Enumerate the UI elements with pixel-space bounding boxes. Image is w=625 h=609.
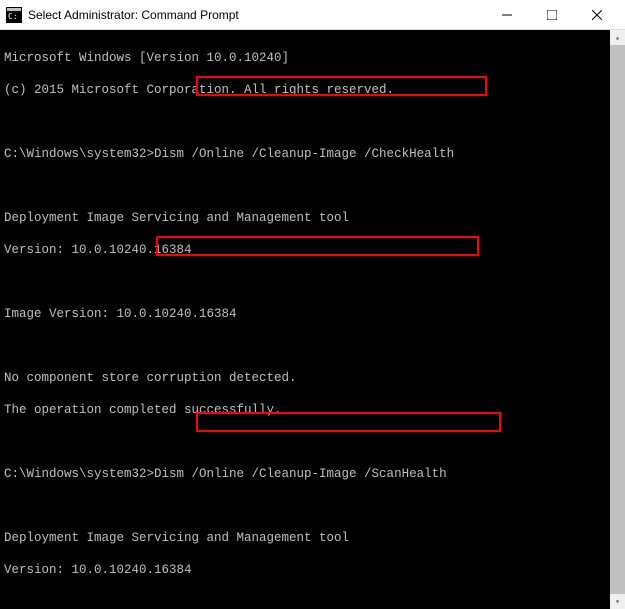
- window-title: Select Administrator: Command Prompt: [28, 8, 484, 22]
- image-version: Image Version: 10.0.10240.16384: [4, 306, 606, 322]
- svg-text:C:: C:: [8, 12, 18, 21]
- close-button[interactable]: [574, 1, 619, 29]
- chevron-up-icon: ▴: [615, 33, 620, 43]
- maximize-icon: [547, 10, 557, 20]
- scrollbar-thumb[interactable]: [610, 45, 625, 594]
- tool-version: Version: 10.0.10240.16384: [4, 562, 606, 578]
- blank-line: [4, 178, 606, 194]
- blank-line: [4, 498, 606, 514]
- tool-version: Version: 10.0.10240.16384: [4, 242, 606, 258]
- command-line-2: C:\Windows\system32>Dism /Online /Cleanu…: [4, 466, 606, 482]
- blank-line: [4, 594, 606, 609]
- blank-line: [4, 338, 606, 354]
- terminal-content[interactable]: Microsoft Windows [Version 10.0.10240] (…: [0, 30, 610, 609]
- app-icon: C:: [6, 7, 22, 23]
- minimize-button[interactable]: [484, 1, 529, 29]
- result-completed: The operation completed successfully.: [4, 402, 606, 418]
- window-controls: [484, 1, 619, 29]
- blank-line: [4, 274, 606, 290]
- chevron-down-icon: ▾: [615, 597, 620, 607]
- maximize-button[interactable]: [529, 1, 574, 29]
- scrollbar-up-button[interactable]: ▴: [610, 30, 625, 45]
- window-titlebar: C: Select Administrator: Command Prompt: [0, 0, 625, 30]
- minimize-icon: [502, 10, 512, 20]
- copyright-line: (c) 2015 Microsoft Corporation. All righ…: [4, 82, 606, 98]
- tool-header: Deployment Image Servicing and Managemen…: [4, 530, 606, 546]
- scrollbar-down-button[interactable]: ▾: [610, 594, 625, 609]
- tool-header: Deployment Image Servicing and Managemen…: [4, 210, 606, 226]
- result-no-corruption: No component store corruption detected.: [4, 370, 606, 386]
- blank-line: [4, 434, 606, 450]
- version-line: Microsoft Windows [Version 10.0.10240]: [4, 50, 606, 66]
- close-icon: [592, 10, 602, 20]
- blank-line: [4, 114, 606, 130]
- command-line-1: C:\Windows\system32>Dism /Online /Cleanu…: [4, 146, 606, 162]
- vertical-scrollbar[interactable]: ▴ ▾: [610, 30, 625, 609]
